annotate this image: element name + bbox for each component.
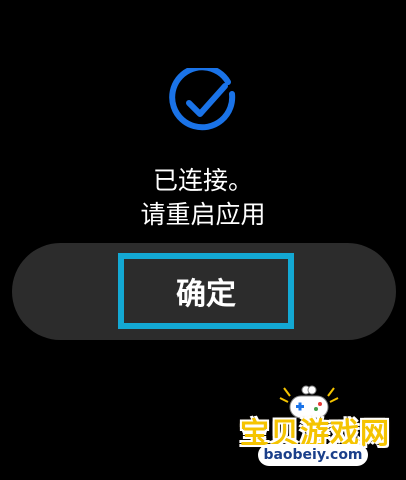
check-circle-icon [169,68,236,131]
confirm-button[interactable]: 确定 [118,253,294,329]
connection-dialog-screen: 已连接。 请重启应用 确定 宝贝游戏网 baobeiy.com [0,0,406,480]
status-message: 已连接。 请重启应用 [0,164,406,232]
status-line-connected: 已连接。 [152,166,253,195]
watermark-url: baobeiy.com [258,444,368,466]
site-watermark: 宝贝游戏网 baobeiy.com [226,384,404,478]
confirm-button-label: 确定 [176,277,236,312]
status-line-restart: 请重启应用 [140,200,266,229]
